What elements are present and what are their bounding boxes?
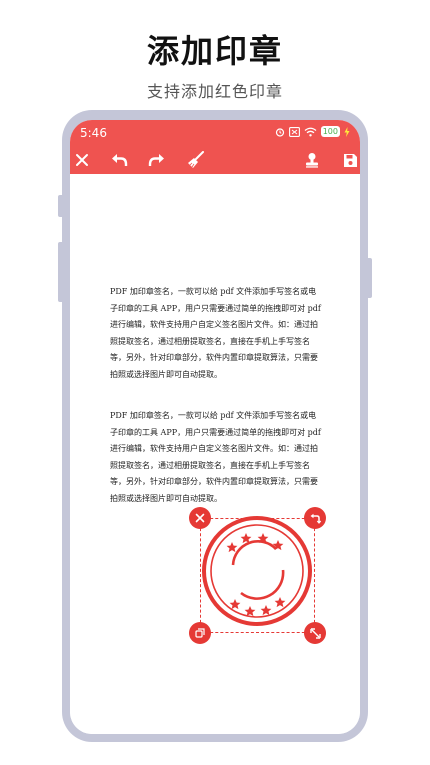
- charging-icon: [344, 126, 350, 137]
- battery-indicator: 100: [320, 126, 340, 137]
- phone-side-button: [58, 242, 64, 302]
- stamp-icon: [306, 153, 318, 168]
- undo-icon: [112, 154, 128, 166]
- wifi-icon: [304, 127, 317, 136]
- save-icon: [343, 153, 357, 167]
- delete-icon: [195, 513, 205, 523]
- document-paragraph: PDF 加印章签名，一款可以给 pdf 文件添加手写签名或电子印章的工具 APP…: [110, 287, 321, 379]
- status-bar: 5:46 100: [70, 120, 360, 146]
- copy-icon: [195, 628, 205, 638]
- rotate-icon: [310, 513, 321, 524]
- redo-icon: [148, 154, 164, 166]
- document-paragraph: PDF 加印章签名，一款可以给 pdf 文件添加手写签名或电子印章的工具 APP…: [110, 411, 321, 503]
- alarm-icon: [275, 127, 284, 137]
- phone-side-button: [366, 258, 372, 298]
- undo-button[interactable]: [108, 148, 132, 172]
- sim-card-icon: [288, 126, 300, 137]
- phone-side-button: [58, 195, 64, 217]
- stamp-rotate-handle[interactable]: [304, 507, 326, 529]
- stamp-delete-handle[interactable]: [189, 507, 211, 529]
- broom-icon: [188, 151, 204, 168]
- pdf-page[interactable]: PDF 加印章签名，一款可以给 pdf 文件添加手写签名或电子印章的工具 APP…: [70, 174, 360, 734]
- add-stamp-button[interactable]: [300, 148, 324, 172]
- status-time: 5:46: [80, 126, 107, 140]
- close-icon: [76, 154, 88, 166]
- editor-toolbar: [70, 146, 360, 174]
- status-icons: 100: [275, 126, 350, 137]
- clear-button[interactable]: [184, 148, 208, 172]
- redo-button[interactable]: [144, 148, 168, 172]
- stamp-resize-handle[interactable]: [304, 622, 326, 644]
- red-stamp-seal[interactable]: [201, 515, 313, 627]
- close-button[interactable]: [70, 148, 94, 172]
- resize-icon: [309, 627, 321, 639]
- phone-screen: 5:46 100 PDF 加印章签名，一款可以给 pdf 文件添加手写签名或电子…: [70, 120, 360, 734]
- promo-headline: 添加印章: [146, 32, 283, 70]
- promo-subline: 支持添加红色印章: [146, 82, 283, 101]
- stamp-copy-handle[interactable]: [189, 622, 211, 644]
- save-button[interactable]: [338, 148, 360, 172]
